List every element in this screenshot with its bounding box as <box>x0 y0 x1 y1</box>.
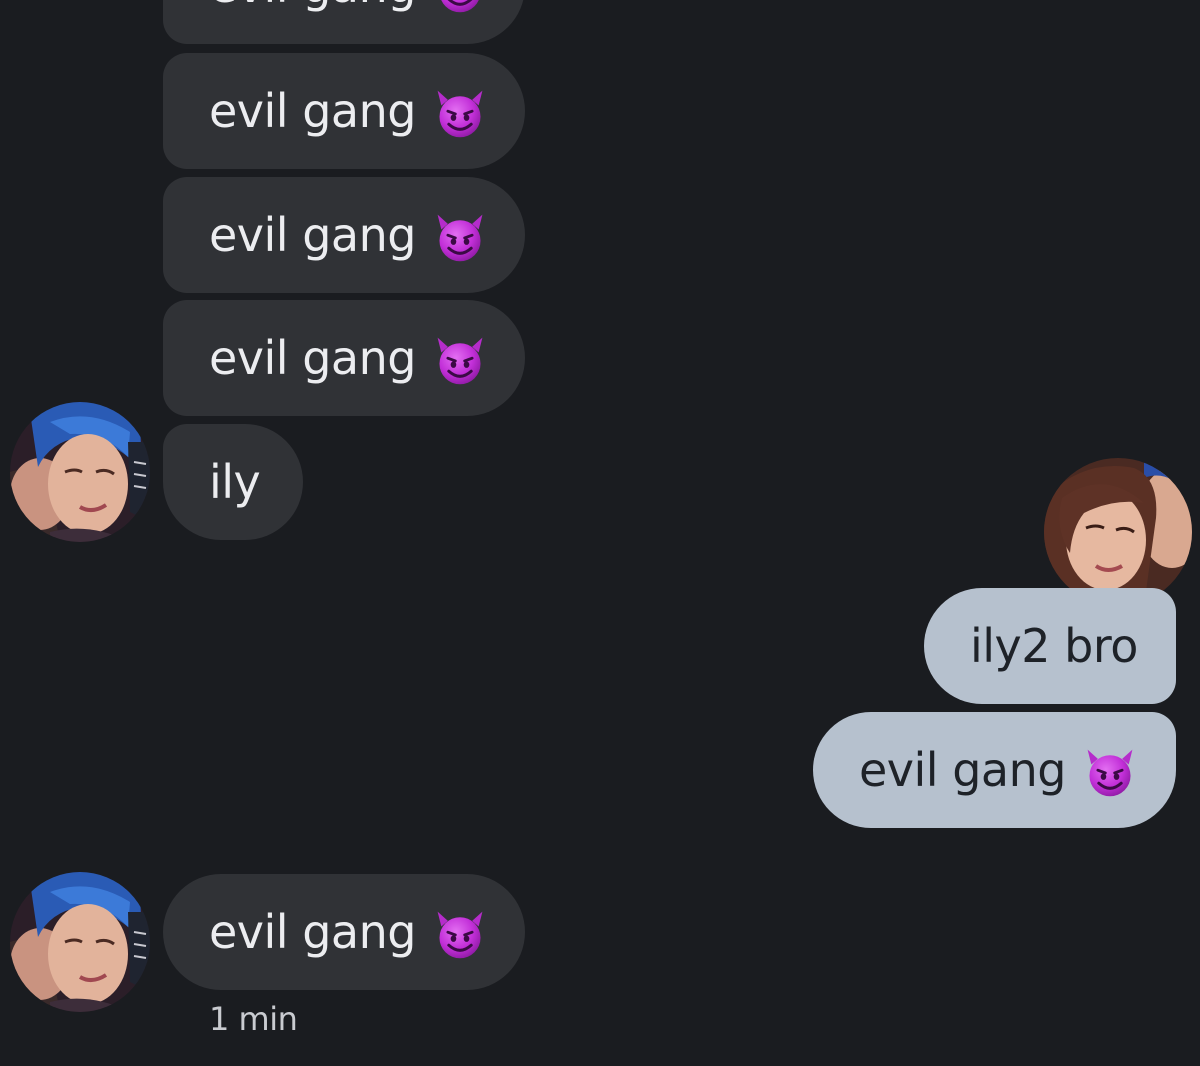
contact-avatar-image <box>10 402 150 542</box>
smiling-imp-emoji-icon <box>432 0 488 16</box>
message-text: evil gang <box>209 331 416 385</box>
message-timestamp: 1 min <box>209 1000 298 1038</box>
smiling-imp-emoji-icon <box>432 209 488 265</box>
message-text: ily2 bro <box>970 619 1138 673</box>
contact-avatar[interactable] <box>10 402 150 542</box>
message-bubble-incoming[interactable]: ily <box>163 424 303 540</box>
message-bubble-incoming[interactable]: evil gang <box>163 53 525 169</box>
message-text: evil gang <box>209 0 416 13</box>
message-text: ily <box>209 455 261 509</box>
message-text: evil gang <box>859 743 1066 797</box>
message-bubble-incoming[interactable]: evil gang <box>163 300 525 416</box>
message-bubble-incoming[interactable]: evil gang <box>163 0 525 44</box>
contact-avatar[interactable] <box>10 872 150 1012</box>
smiling-imp-emoji-icon <box>432 85 488 141</box>
message-bubble-incoming[interactable]: evil gang <box>163 874 525 990</box>
message-bubble-outgoing[interactable]: evil gang <box>813 712 1176 828</box>
message-bubble-outgoing[interactable]: ily2 bro <box>924 588 1176 704</box>
my-avatar-image <box>1044 458 1192 606</box>
contact-avatar-image <box>10 872 150 1012</box>
my-avatar[interactable] <box>1044 458 1192 606</box>
message-text: evil gang <box>209 84 416 138</box>
message-bubble-incoming[interactable]: evil gang <box>163 177 525 293</box>
smiling-imp-emoji-icon <box>1082 744 1138 800</box>
smiling-imp-emoji-icon <box>432 906 488 962</box>
smiling-imp-emoji-icon <box>432 332 488 388</box>
message-text: evil gang <box>209 905 416 959</box>
message-text: evil gang <box>209 208 416 262</box>
